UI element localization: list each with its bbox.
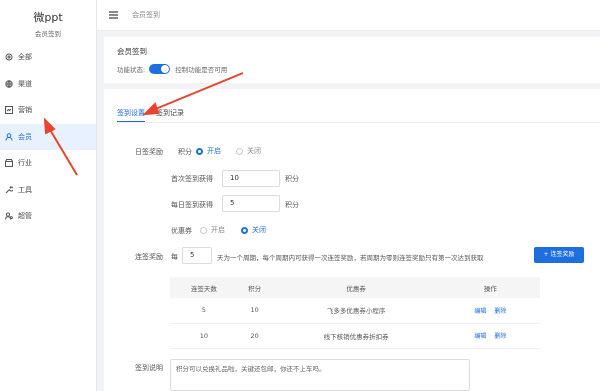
brand-logo: 微ppt	[33, 11, 63, 24]
cell-coupon: 线下核销优惠券折扣券	[271, 323, 441, 349]
edit-link[interactable]: 编辑	[474, 308, 486, 315]
card-title: 会员签到	[117, 47, 147, 56]
sidebar-item-label: 行业	[18, 159, 32, 168]
menu-toggle-icon[interactable]	[109, 11, 118, 19]
sidebar-item-label: 超管	[18, 212, 32, 221]
status-hint: 控制功能是否可用	[175, 66, 228, 74]
topbar: 会员签到	[97, 0, 600, 31]
first-sign-label: 首次签到获得	[171, 175, 213, 183]
tab-signin-settings[interactable]: 签到设置	[117, 108, 145, 122]
edit-link[interactable]: 编辑	[474, 333, 486, 340]
daily-sign-input[interactable]: 5	[222, 195, 280, 212]
cell-coupon: 飞多多优惠券小程序	[271, 298, 441, 324]
daily-sign-label: 每日签到获得	[171, 201, 213, 209]
cell-points: 20	[237, 323, 272, 349]
table-row: 5 10 飞多多优惠券小程序 编辑 删除	[170, 298, 540, 324]
streak-reward-table: 连签天数 积分 优惠券 操作 5 10 飞多多优惠券小程序 编辑 删除 10 2…	[170, 277, 540, 349]
sidebar-item-label: 工具	[18, 185, 32, 194]
col-streak-days: 连签天数	[170, 277, 238, 298]
col-coupon: 优惠券	[271, 277, 441, 298]
brand-subtitle: 会员签到	[35, 30, 61, 38]
first-sign-input[interactable]: 10	[222, 170, 280, 187]
streak-days-input[interactable]: 5	[182, 247, 212, 264]
wrench-icon	[5, 185, 14, 194]
sidebar: 微ppt 会员签到 全部 渠道 营销 会员 行业 工具 超管	[0, 0, 97, 391]
col-actions: 操作	[440, 277, 540, 298]
points-label: 积分	[178, 148, 192, 156]
sidebar-item-admin[interactable]: 超管	[0, 203, 96, 230]
member-signin-card: 会员签到 功能状态: 控制功能是否可用	[104, 37, 600, 83]
table-header-row: 连签天数 积分 优惠券 操作	[170, 277, 540, 298]
delete-link[interactable]: 删除	[494, 333, 506, 340]
streak-prefix: 每	[171, 253, 178, 261]
brand: 微ppt 会员签到	[0, 0, 96, 44]
cell-actions: 编辑 删除	[440, 323, 540, 349]
table-row: 10 20 线下核销优惠券折扣券 编辑 删除	[170, 323, 540, 349]
add-streak-reward-button[interactable]: + 连签奖励	[534, 247, 584, 263]
tabs-divider	[117, 122, 600, 123]
cell-streak-days: 10	[170, 323, 238, 349]
streak-reward-label: 连签奖励	[135, 253, 163, 261]
sidebar-item-label: 渠道	[18, 79, 32, 88]
daily-reward-label: 日签奖励	[135, 148, 163, 156]
col-points: 积分	[237, 277, 272, 298]
coupon-off-radio[interactable]: 关闭	[241, 225, 266, 235]
description-label: 签到说明	[135, 364, 163, 372]
points-on-radio[interactable]: 开启	[196, 146, 221, 156]
admin-icon	[5, 212, 13, 220]
cell-streak-days: 5	[170, 298, 238, 324]
sidebar-item-label: 全部	[18, 53, 32, 62]
coupon-on-radio[interactable]: 开启	[200, 225, 225, 235]
sidebar-item-label: 会员	[18, 132, 32, 141]
sidebar-item-label: 营销	[18, 106, 32, 115]
user-icon	[5, 133, 13, 141]
settings-card: 签到设置 签到记录 日签奖励 积分 开启 关闭 首次签到获得 10 积分 每日签…	[104, 89, 600, 391]
sidebar-item-tools[interactable]: 工具	[0, 177, 96, 204]
cell-actions: 编辑 删除	[440, 298, 540, 324]
settings-icon	[5, 53, 13, 61]
coupon-label: 优惠券	[171, 227, 192, 235]
delete-link[interactable]: 删除	[494, 308, 506, 315]
sidebar-item-marketing[interactable]: 营销	[0, 97, 96, 124]
cell-points: 10	[237, 298, 272, 324]
sidebar-item-member[interactable]: 会员	[0, 123, 96, 150]
sidebar-item-channel[interactable]: 渠道	[0, 71, 96, 98]
streak-description: 天为一个周期，每个周期内可获得一次连签奖励，若周期为零则连签奖励只有第一次达到获…	[217, 254, 484, 262]
points-unit: 积分	[285, 201, 299, 209]
store-icon	[5, 159, 13, 168]
breadcrumb: 会员签到	[132, 11, 160, 19]
points-unit: 积分	[285, 175, 299, 183]
points-off-radio[interactable]: 关闭	[236, 146, 261, 156]
sidebar-item-industry[interactable]: 行业	[0, 150, 96, 177]
description-textarea[interactable]: 积分可以兑换礼品啦，关键还包邮，你还不上车吗。	[170, 359, 470, 391]
tab-bar: 签到设置 签到记录	[117, 108, 195, 122]
status-label: 功能状态:	[117, 66, 146, 74]
tab-signin-records[interactable]: 签到记录	[156, 108, 184, 122]
globe-icon	[5, 80, 13, 88]
feature-toggle[interactable]	[149, 64, 171, 74]
chart-icon	[5, 106, 13, 115]
sidebar-item-all[interactable]: 全部	[0, 44, 96, 71]
